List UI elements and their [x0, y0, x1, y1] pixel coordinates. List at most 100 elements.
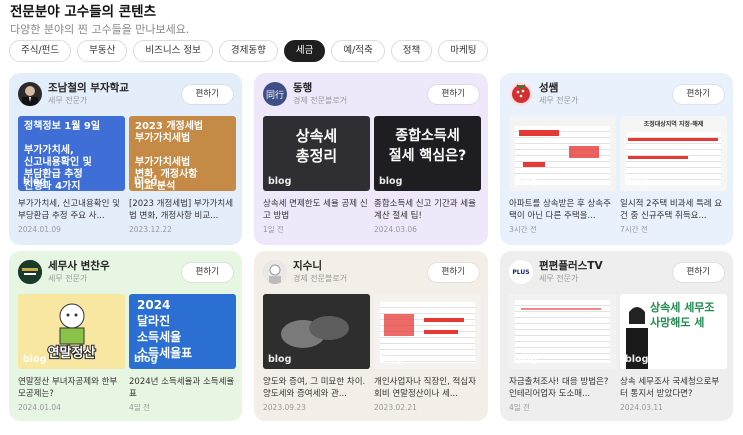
post-item[interactable]: 상속세 총정리 blog 상속세 면제한도 세율 공제 신고 방법 1일 전	[263, 116, 370, 235]
illustration-image	[59, 303, 85, 345]
creator-name[interactable]: 지수니	[293, 260, 428, 273]
post-title[interactable]: 연말정산 부녀자공제와 한부모공제는?	[18, 376, 125, 400]
creator-card: 조남철의 부자학교 세무 전문가 편하기 정책정보 1월 9일 부가가치세, 신…	[9, 73, 242, 245]
post-title[interactable]: 부가가치세, 신고내용확인 및 부당환급 추정 주요 사...	[18, 198, 125, 222]
page-title: 전문분야 고수들의 콘텐츠	[10, 4, 157, 20]
post-thumbnail[interactable]: 2024 달라진 소득세율 소득세율표 blog	[129, 294, 236, 369]
post-thumbnail[interactable]: 정책정보 1월 9일 부가가치세, 신고내용확인 및 부담환급 추정 진행과 4…	[18, 116, 125, 191]
blog-watermark: blog	[268, 354, 292, 365]
post-item[interactable]: blog 자금출처조사! 대응 방법은? 인테리어업자 도소매... 4일 전	[509, 294, 616, 413]
tab-marketing[interactable]: 마케팅	[438, 40, 489, 62]
creator-name[interactable]: 조남철의 부자학교	[48, 82, 182, 95]
creator-card: 同行 동행 경제 전문블로거 편하기 상속세 총정리 blog 상속세 면제한도…	[254, 73, 488, 245]
post-title[interactable]: 아파트를 상속받은 후 상속주택이 아닌 다른 주택을...	[509, 198, 616, 222]
blog-watermark: blog	[625, 354, 649, 365]
post-item[interactable]: 조정대상지역 지정·해제 blog 일시적 2주택 비과세 특례 요건 중 신규…	[620, 116, 727, 235]
post-title[interactable]: 상속세 면제한도 세율 공제 신고 방법	[263, 198, 370, 222]
tab-savings[interactable]: 예/적축	[331, 40, 385, 62]
creator-role: 세무 전문가	[539, 274, 579, 283]
creator-role: 세무 전문가	[539, 96, 579, 105]
creator-card: 성쌤 세무 전문가 편하기 blog 아파트를 상속받은 후 상속주택이 아닌 …	[500, 73, 733, 245]
post-thumbnail[interactable]: 상속세 총정리 blog	[263, 116, 370, 191]
creator-name[interactable]: 세무사 변찬우	[48, 260, 182, 273]
post-date: 2024.01.09	[18, 225, 61, 234]
subscribe-button[interactable]: 편하기	[672, 84, 724, 104]
avatar[interactable]	[263, 260, 287, 284]
category-tabs: 주식/펀드 부동산 비즈니스 정보 경제동향 세금 예/적축 정책 마케팅	[9, 40, 489, 62]
creator-role: 세무 전문가	[48, 274, 88, 283]
creator-name[interactable]: 성쌤	[539, 82, 673, 95]
blog-watermark: blog	[514, 176, 538, 187]
post-date: 2023.09.23	[263, 403, 306, 412]
page-header: 전문분야 고수들의 콘텐츠 다양한 분야의 찐 고수들을 만나보세요.	[10, 3, 189, 37]
tab-stock-fund[interactable]: 주식/펀드	[9, 40, 72, 62]
blog-watermark: blog	[379, 354, 403, 365]
blog-watermark: blog	[134, 176, 158, 187]
post-item[interactable]: 연말정산 blog 연말정산 부녀자공제와 한부모공제는? 2024.01.04	[18, 294, 125, 413]
tab-real-estate[interactable]: 부동산	[77, 40, 128, 62]
avatar[interactable]	[509, 82, 533, 106]
post-thumbnail[interactable]: blog	[509, 294, 616, 369]
post-title[interactable]: 자금출처조사! 대응 방법은? 인테리어업자 도소매...	[509, 376, 616, 400]
tab-policy[interactable]: 정책	[390, 40, 433, 62]
tab-economy-trend[interactable]: 경제동향	[218, 40, 278, 62]
post-title[interactable]: 상속 세무조사 국세청으로부터 통지서 받았다면?	[620, 376, 727, 400]
avatar[interactable]: 同行	[263, 82, 287, 106]
creator-card: 지수니 경제 전문블로거 편하기 blog 양도와 증여, 그 미묘한 차이. …	[254, 251, 488, 421]
avatar[interactable]: PLUS	[509, 260, 533, 284]
subscribe-button[interactable]: 편하기	[672, 262, 724, 282]
post-thumbnail[interactable]: 상속세 세무조 사망해도 세 blog	[620, 294, 727, 369]
post-item[interactable]: 상속세 세무조 사망해도 세 blog 상속 세무조사 국세청으로부터 통지서 …	[620, 294, 727, 413]
creator-name[interactable]: 편편플러스TV	[539, 260, 673, 273]
post-thumbnail[interactable]: 조정대상지역 지정·해제 blog	[620, 116, 727, 191]
subscribe-button[interactable]: 편하기	[181, 262, 233, 282]
post-date: 4일 전	[129, 403, 150, 412]
blog-watermark: blog	[268, 176, 292, 187]
post-title[interactable]: 종합소득세 신고 기간과 세율 계산 절세 팁!	[374, 198, 481, 222]
post-item[interactable]: 2023 개정세법 부가가치세법 부가가치세법 변화, 개정사항 비교 분석 b…	[129, 116, 236, 235]
post-date: 1일 전	[263, 225, 284, 234]
post-item[interactable]: blog 아파트를 상속받은 후 상속주택이 아닌 다른 주택을... 3시간 …	[509, 116, 616, 235]
post-date: 7시간 전	[620, 225, 648, 234]
post-thumbnail[interactable]: blog	[263, 294, 370, 369]
blog-watermark: blog	[625, 176, 649, 187]
subscribe-button[interactable]: 편하기	[181, 84, 233, 104]
blog-watermark: blog	[23, 176, 47, 187]
post-thumbnail[interactable]: 연말정산 blog	[18, 294, 125, 369]
post-title[interactable]: [2023 개정세법] 부가가치세법 변화, 개정사항 비교...	[129, 198, 236, 222]
post-date: 2024.03.06	[374, 225, 417, 234]
creator-card-grid: 조남철의 부자학교 세무 전문가 편하기 정책정보 1월 9일 부가가치세, 신…	[9, 73, 733, 421]
post-title[interactable]: 양도와 증여, 그 미묘한 차이. 양도세와 증여세와 관...	[263, 376, 370, 400]
post-item[interactable]: 종합소득세 절세 핵심은? blog 종합소득세 신고 기간과 세율 계산 절세…	[374, 116, 481, 235]
creator-role: 경제 전문블로거	[293, 274, 348, 283]
post-date: 2023.12.22	[129, 225, 172, 234]
subscribe-button[interactable]: 편하기	[427, 84, 479, 104]
post-thumbnail[interactable]: blog	[374, 294, 481, 369]
blog-watermark: blog	[23, 354, 47, 365]
post-thumbnail[interactable]: 종합소득세 절세 핵심은? blog	[374, 116, 481, 191]
post-title[interactable]: 2024년 소득세율과 소득세율표	[129, 376, 236, 400]
avatar[interactable]	[18, 260, 42, 284]
post-thumbnail[interactable]: blog	[509, 116, 616, 191]
post-title[interactable]: 개인사업자나 직장인, 적십자회비 연말정산이나 세...	[374, 376, 481, 400]
post-title[interactable]: 일시적 2주택 비과세 특례 요건 중 신규주택 취득요...	[620, 198, 727, 222]
blog-watermark: blog	[379, 176, 403, 187]
creator-role: 경제 전문블로거	[293, 96, 348, 105]
post-item[interactable]: 2024 달라진 소득세율 소득세율표 blog 2024년 소득세율과 소득세…	[129, 294, 236, 413]
post-date: 2024.03.11	[620, 403, 663, 412]
subscribe-button[interactable]: 편하기	[427, 262, 479, 282]
creator-card: 세무사 변찬우 세무 전문가 편하기 연말정산 blog 연말정산 부녀자공제와…	[9, 251, 242, 421]
post-item[interactable]: 정책정보 1월 9일 부가가치세, 신고내용확인 및 부담환급 추정 진행과 4…	[18, 116, 125, 235]
creator-card: PLUS 편편플러스TV 세무 전문가 편하기 blog 자금출처조사! 대응 …	[500, 251, 733, 421]
post-thumbnail[interactable]: 2023 개정세법 부가가치세법 부가가치세법 변화, 개정사항 비교 분석 b…	[129, 116, 236, 191]
creator-role: 세무 전문가	[48, 96, 88, 105]
post-item[interactable]: blog 개인사업자나 직장인, 적십자회비 연말정산이나 세... 2023.…	[374, 294, 481, 413]
avatar[interactable]	[18, 82, 42, 106]
post-item[interactable]: blog 양도와 증여, 그 미묘한 차이. 양도세와 증여세와 관... 20…	[263, 294, 370, 413]
creator-name[interactable]: 동행	[293, 82, 428, 95]
tab-business-info[interactable]: 비즈니스 정보	[133, 40, 213, 62]
tab-tax[interactable]: 세금	[283, 40, 326, 62]
post-date: 3시간 전	[509, 225, 537, 234]
post-date: 2023.02.21	[374, 403, 417, 412]
blog-watermark: blog	[514, 354, 538, 365]
